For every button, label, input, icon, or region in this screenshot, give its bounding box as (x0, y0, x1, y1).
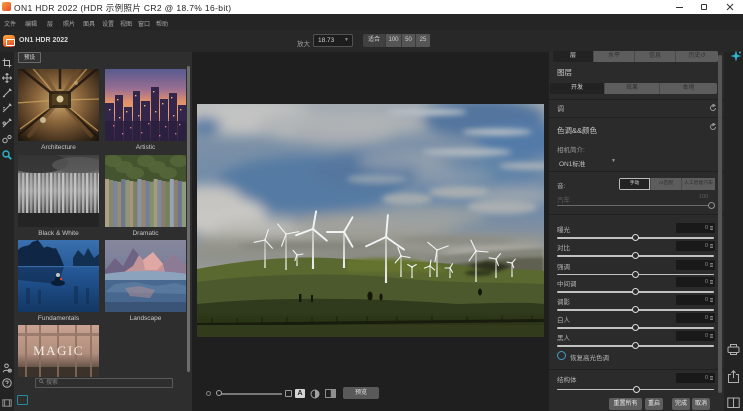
svg-text:MAGIC: MAGIC (33, 343, 84, 358)
